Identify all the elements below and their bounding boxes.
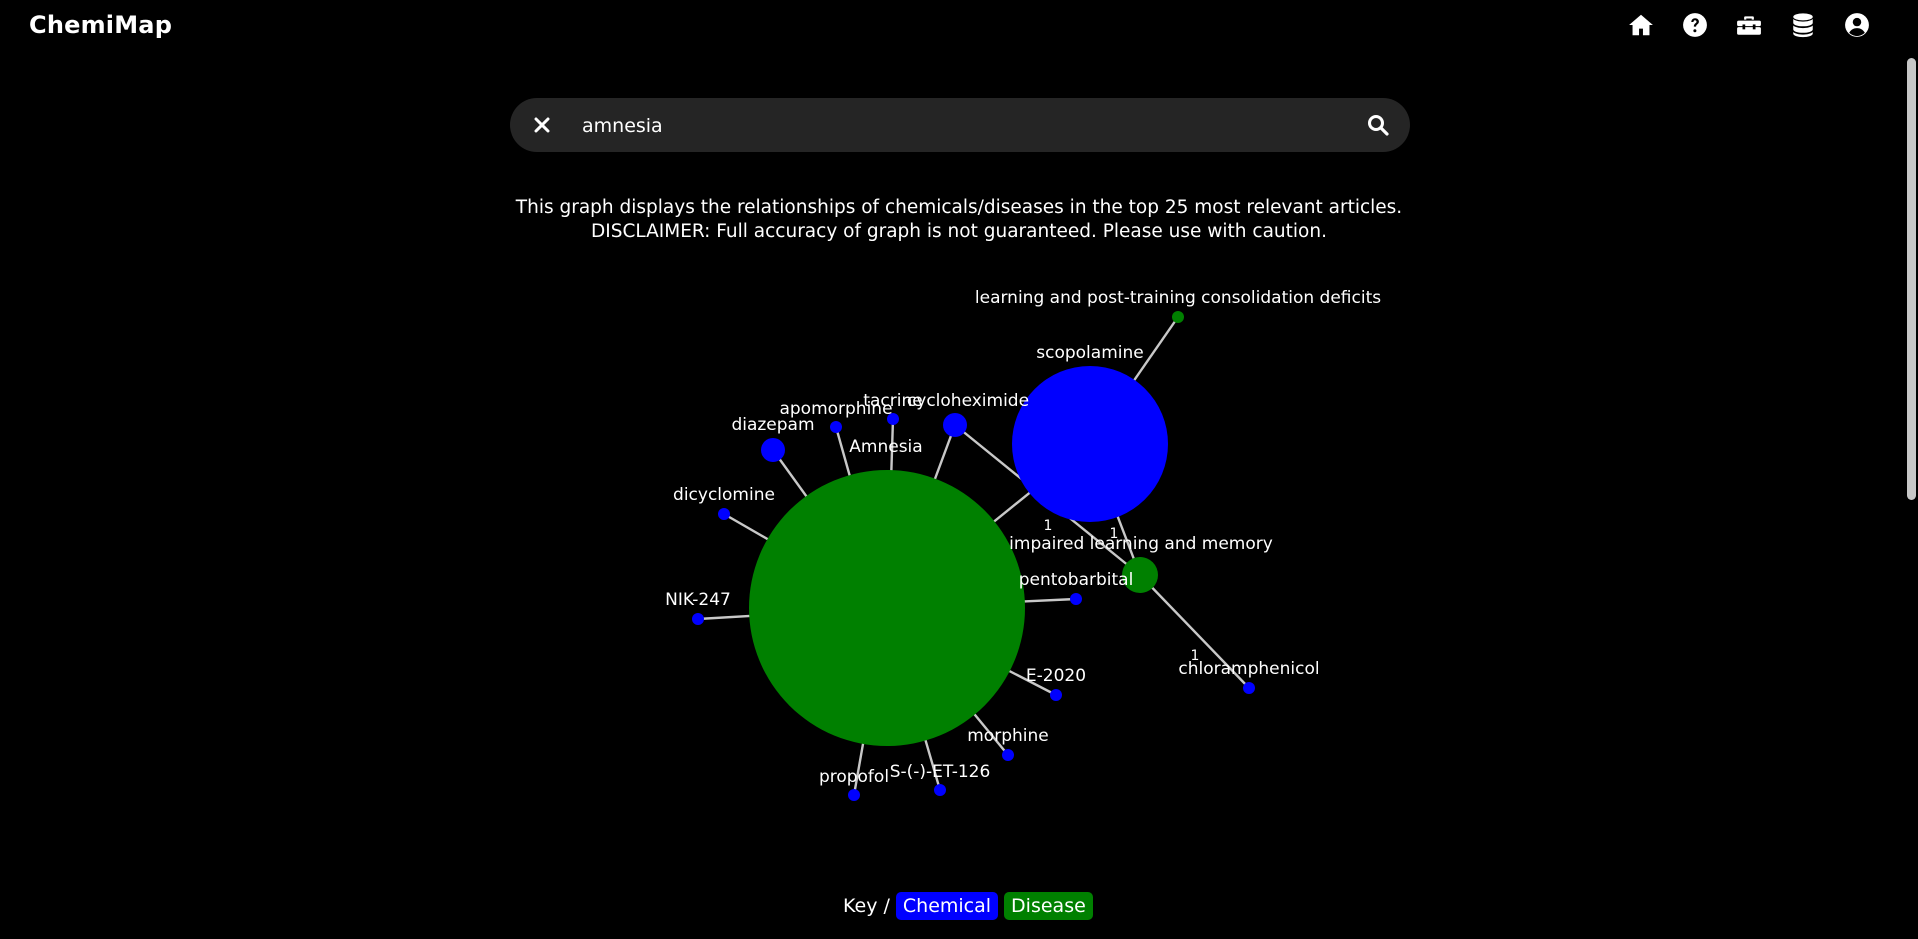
graph-node[interactable]	[692, 613, 704, 625]
node-label: chloramphenicol	[1178, 659, 1319, 679]
node-label: dicyclomine	[673, 485, 775, 505]
key-label: Key /	[843, 895, 890, 917]
search-button[interactable]	[1364, 111, 1392, 139]
graph-node[interactable]	[1050, 689, 1062, 701]
clear-search-button[interactable]	[528, 111, 556, 139]
graph-node[interactable]	[1172, 311, 1184, 323]
graph-node[interactable]	[1012, 366, 1168, 522]
scrollbar-thumb[interactable]	[1907, 58, 1916, 500]
node-label: pentobarbital	[1019, 570, 1134, 590]
graph-node[interactable]	[1002, 749, 1014, 761]
top-bar: ChemiMap	[0, 0, 1918, 56]
graph-info: This graph displays the relationships of…	[0, 196, 1918, 244]
graph-node[interactable]	[1243, 682, 1255, 694]
home-icon[interactable]	[1614, 10, 1668, 40]
node-label: propofol	[819, 767, 889, 787]
graph-node[interactable]	[943, 413, 967, 437]
node-label: learning and post-training consolidation…	[975, 288, 1381, 308]
node-label: S-(-)-ET-126	[890, 762, 991, 782]
toolbox-icon[interactable]	[1722, 10, 1776, 40]
edge-weight-label: 1	[1044, 518, 1053, 534]
graph-node[interactable]	[749, 470, 1025, 746]
graph-key: Key / Chemical Disease	[843, 892, 1099, 920]
node-label: Amnesia	[849, 437, 922, 457]
nav-icons	[1614, 10, 1884, 40]
app-logo[interactable]: ChemiMap	[29, 11, 172, 39]
graph-node[interactable]	[830, 421, 842, 433]
node-label: E-2020	[1026, 666, 1086, 686]
search-icon	[1368, 115, 1389, 136]
graph-node[interactable]	[718, 508, 730, 520]
info-description: This graph displays the relationships of…	[515, 197, 1403, 218]
search-bar	[510, 98, 1410, 152]
search-input[interactable]	[580, 106, 1344, 146]
account-icon[interactable]	[1830, 10, 1884, 40]
node-label: NIK-247	[665, 590, 731, 610]
node-label: impaired learning and memory	[1009, 534, 1273, 554]
help-icon[interactable]	[1668, 10, 1722, 40]
page-scrollbar[interactable]	[1904, 56, 1918, 939]
graph-node[interactable]	[761, 438, 785, 462]
graph-node[interactable]	[848, 789, 860, 801]
close-icon	[534, 117, 550, 133]
node-label: diazepam	[731, 415, 814, 435]
info-disclaimer: DISCLAIMER: Full accuracy of graph is no…	[591, 221, 1327, 242]
database-icon[interactable]	[1776, 10, 1830, 40]
node-label: scopolamine	[1036, 343, 1143, 363]
node-label: cycloheximide	[907, 391, 1029, 411]
node-label: morphine	[967, 726, 1048, 746]
key-chemical-badge: Chemical	[895, 892, 999, 920]
graph-node[interactable]	[934, 784, 946, 796]
graph-node[interactable]	[1070, 593, 1082, 605]
key-disease-badge: Disease	[1004, 892, 1093, 920]
